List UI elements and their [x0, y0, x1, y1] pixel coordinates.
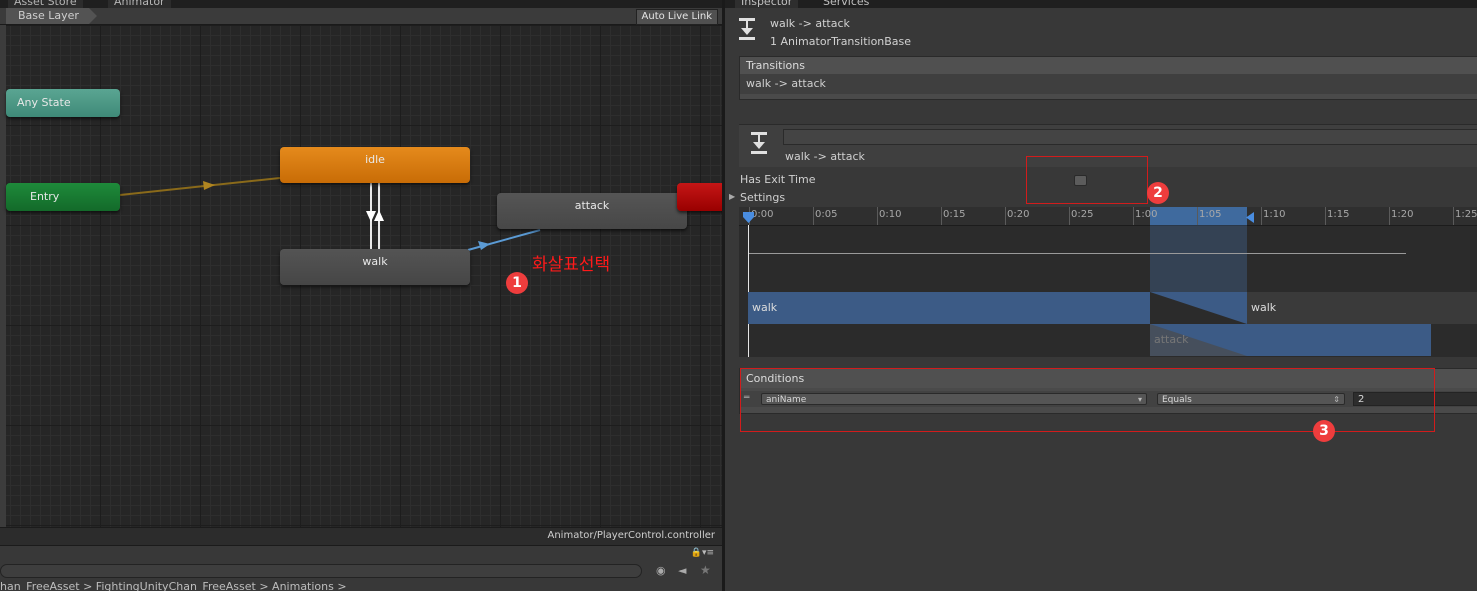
timeline-tick: 1:25: [1455, 209, 1477, 220]
inspector-subtitle: 1 AnimatorTransitionBase: [770, 35, 912, 48]
state-idle-label: idle: [365, 153, 385, 166]
annotation-badge-2: 2: [1147, 182, 1169, 204]
timeline-tick: 0:15: [943, 209, 966, 220]
project-search-input[interactable]: [0, 564, 642, 578]
state-any-state[interactable]: Any State: [6, 89, 120, 117]
inspector-tab-bar: Inspector Services: [725, 0, 1477, 8]
clip-walk-next-label: walk: [1251, 301, 1277, 314]
tab-services-label: Services: [823, 0, 870, 8]
playhead-line: [748, 225, 749, 357]
walk-to-attack-arrowhead: [478, 241, 490, 250]
annotation-badge-3: 3: [1313, 420, 1335, 442]
state-any-state-label: Any State: [17, 96, 71, 109]
settings-foldout-label[interactable]: Settings: [740, 191, 785, 204]
transitions-list: Transitions walk -> attack: [739, 56, 1477, 100]
blend-ramp: [1150, 292, 1247, 324]
favorite-star-icon[interactable]: ★: [700, 563, 711, 577]
project-breadcrumb[interactable]: han_FreeAsset > FightingUnityChan_FreeAs…: [0, 581, 722, 591]
transition-name-input[interactable]: [783, 129, 1477, 145]
clip-bar-walk-next[interactable]: walk: [1247, 292, 1477, 324]
transition-icon: [739, 18, 755, 40]
annotation-box-2: [1026, 156, 1148, 204]
lock-menu-icon[interactable]: 🔒▾≡: [691, 548, 714, 558]
controller-path: Animator/PlayerControl.controller: [547, 530, 716, 541]
timeline-tick: 1:05: [1199, 209, 1222, 220]
playhead-marker-icon[interactable]: [743, 212, 755, 224]
timeline-tick: 0:20: [1007, 209, 1030, 220]
state-attack[interactable]: attack: [497, 193, 687, 229]
transition-detail-icon: [751, 132, 767, 154]
timeline-tick: 0:10: [879, 209, 902, 220]
timeline-tick: 0:05: [815, 209, 838, 220]
annotation-badge-1: 1: [506, 272, 528, 294]
timeline-tick: 1:10: [1263, 209, 1286, 220]
project-panel: 🔒▾≡ ◉ ◄ ★ han_FreeAsset > FightingUnityC…: [0, 545, 722, 591]
state-entry-label: Entry: [30, 190, 60, 203]
state-exit[interactable]: [677, 183, 722, 211]
tab-inspector[interactable]: Inspector: [735, 0, 799, 8]
annotation-select-arrow-text: 화살표선택: [532, 255, 611, 275]
entry-to-idle-transition[interactable]: [119, 177, 281, 196]
overlap-column: [1150, 225, 1247, 293]
inspector-title: walk -> attack: [770, 17, 850, 30]
timeline-tick: 0:25: [1071, 209, 1094, 220]
transitions-header: Transitions: [740, 57, 1477, 74]
has-exit-time-label: Has Exit Time: [740, 173, 816, 186]
tab-inspector-label: Inspector: [741, 0, 793, 8]
filter-by-type-icon[interactable]: ◉: [656, 564, 666, 577]
preview-curve: [749, 253, 1406, 254]
entry-to-idle-arrowhead: [203, 181, 215, 190]
tab-services[interactable]: Services: [817, 0, 875, 8]
animator-window: Asset Store Animator Base Layer Auto Liv…: [0, 0, 722, 591]
transition-end-marker-icon[interactable]: [1245, 212, 1255, 224]
state-idle[interactable]: idle: [280, 147, 470, 183]
settings-foldout-icon[interactable]: ▶: [729, 192, 735, 201]
timeline-tick: 1:20: [1391, 209, 1414, 220]
timeline-tick: 1:00: [1135, 209, 1158, 220]
timeline-ruler: 0:00 0:05 0:10 0:15 0:20 0:25 1:00 1:05 …: [739, 207, 1477, 226]
state-walk[interactable]: walk: [280, 249, 470, 285]
transition-timeline[interactable]: 0:00 0:05 0:10 0:15 0:20 0:25 1:00 1:05 …: [739, 207, 1477, 357]
walk-to-attack-transition[interactable]: [467, 229, 541, 251]
attack-blend-ramp: [1150, 324, 1247, 356]
state-walk-label: walk: [362, 255, 388, 268]
animator-status-bar: Animator/PlayerControl.controller: [0, 527, 722, 545]
filter-by-label-icon[interactable]: ◄: [678, 564, 686, 577]
state-entry[interactable]: Entry: [6, 183, 120, 211]
transitions-list-item[interactable]: walk -> attack: [740, 74, 1477, 94]
clip-walk-label: walk: [752, 301, 778, 314]
timeline-tick: 1:15: [1327, 209, 1350, 220]
transition-name-label: walk -> attack: [785, 150, 865, 163]
inspector-window: Inspector Services walk -> attack 1 Anim…: [725, 0, 1477, 591]
state-attack-label: attack: [574, 199, 610, 212]
